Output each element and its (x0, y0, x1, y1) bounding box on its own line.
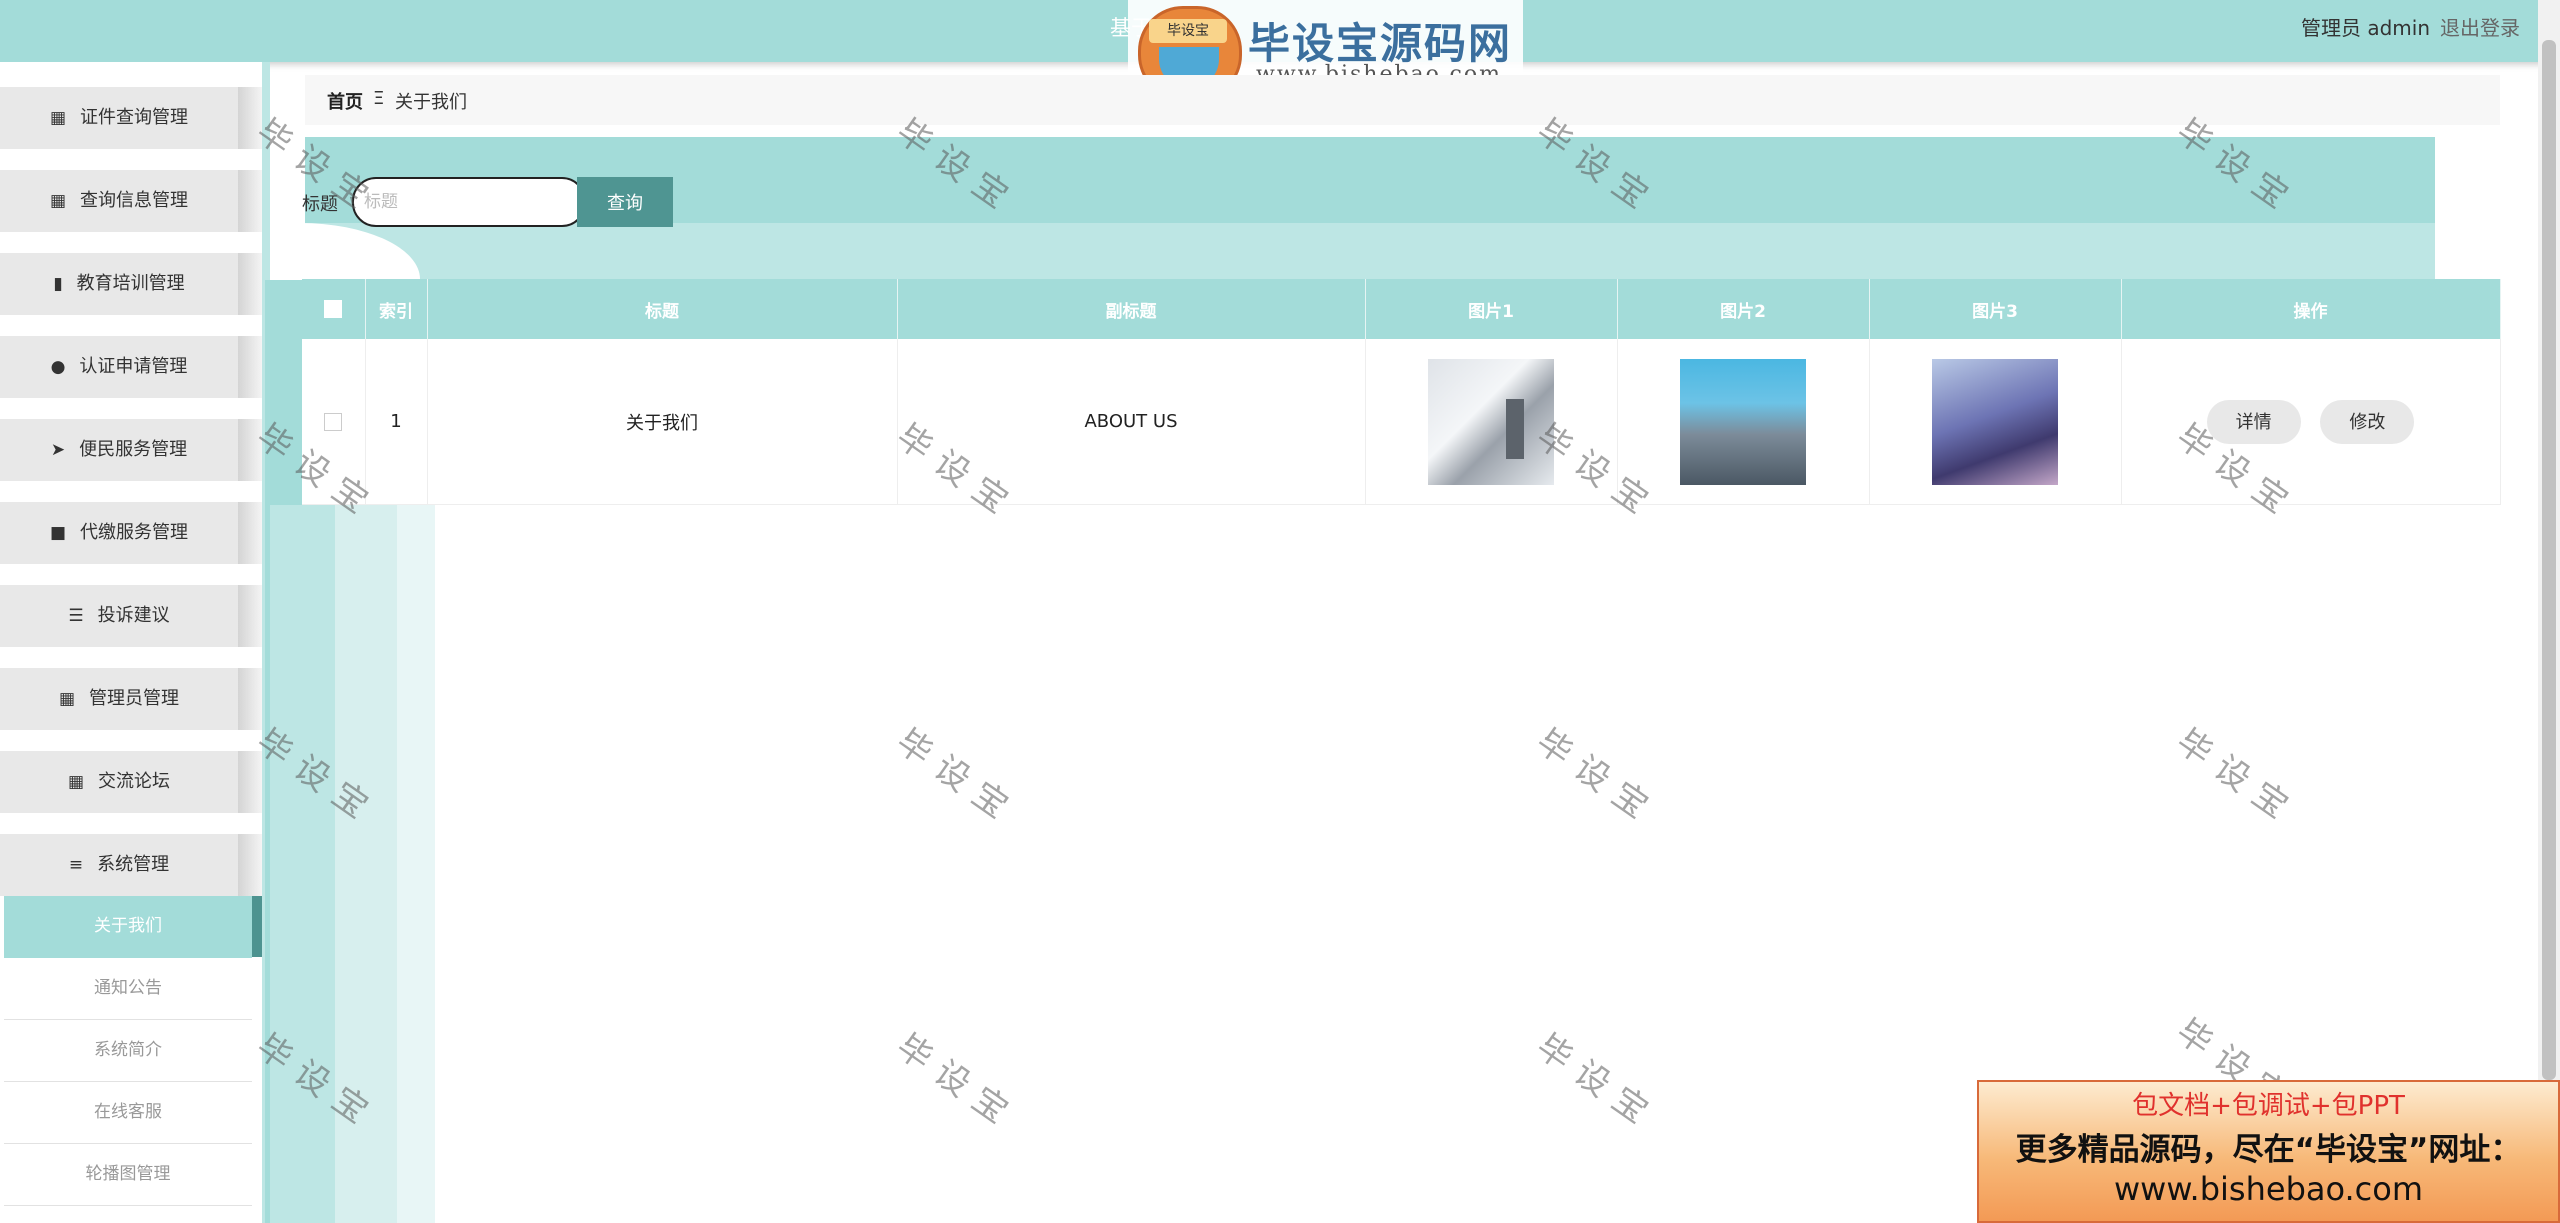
current-user: 管理员 admin (2300, 16, 2430, 40)
sidebar-item-system-management[interactable]: ≡ 系统管理 (0, 834, 262, 896)
clipboard-icon: ■ (49, 523, 67, 543)
sidebar-item-label: 证件查询管理 (80, 107, 189, 128)
sidebar-item-complaints[interactable]: ☰ 投诉建议 (0, 585, 262, 647)
image-3-thumbnail (1932, 358, 2058, 485)
watermark-text: 毕设宝 (2168, 721, 2305, 834)
sidebar-item-label: 投诉建议 (97, 605, 170, 626)
paper-plane-icon: ➤ (50, 440, 66, 460)
row-index: 1 (365, 339, 428, 505)
detail-button[interactable]: 详情 (2206, 399, 2301, 444)
sidebar-item-label: 便民服务管理 (79, 439, 188, 460)
column-header: 图片3 (1869, 279, 2122, 339)
column-header: 索引 (365, 279, 428, 339)
grid-icon: ▦ (49, 191, 67, 211)
row-actions: 详情 修改 (2121, 339, 2501, 505)
search-panel-curve (300, 223, 2435, 279)
column-header: 标题 (427, 279, 898, 339)
breadcrumb-separator-icon: Ξ (373, 88, 385, 109)
row-title: 关于我们 (427, 339, 898, 505)
sidebar-item-label: 系统管理 (97, 854, 170, 875)
column-header: 操作 (2121, 279, 2501, 339)
decor-stripe (335, 505, 397, 1223)
watermark-text: 毕设宝 (1528, 721, 1665, 834)
submenu-item-about-us[interactable]: 关于我们 (4, 896, 262, 958)
submenu-item-carousel[interactable]: 轮播图管理 (4, 1144, 252, 1206)
sidebar-item-label: 代缴服务管理 (80, 522, 189, 543)
image-1-thumbnail (1428, 358, 1554, 485)
table-row: 1 关于我们 ABOUT US 详情 修改 (302, 339, 2501, 505)
watermark-text: 毕设宝 (888, 1026, 1025, 1139)
sidebar-item-forum[interactable]: ▦ 交流论坛 (0, 751, 262, 813)
sidebar-item-label: 查询信息管理 (80, 190, 189, 211)
bulb-icon: ● (50, 357, 66, 377)
table-header-row: 索引 标题 副标题 图片1 图片2 图片3 操作 (302, 279, 2501, 339)
column-header: 副标题 (897, 279, 1366, 339)
row-checkbox[interactable] (324, 413, 343, 431)
sidebar-item-education-training[interactable]: ▮ 教育培训管理 (0, 253, 262, 315)
edit-button[interactable]: 修改 (2320, 399, 2415, 444)
sidebar-item-public-service[interactable]: ➤ 便民服务管理 (0, 419, 262, 481)
query-button[interactable]: 查询 (577, 177, 673, 227)
breadcrumb-home[interactable]: 首页 (327, 88, 363, 114)
logout-link[interactable]: 退出登录 (2440, 12, 2520, 41)
sidebar-item-label: 管理员管理 (89, 688, 180, 709)
grid-icon: ▦ (67, 772, 85, 792)
search-label: 标题 (302, 194, 338, 215)
image-2-thumbnail (1680, 358, 1806, 485)
sidebar-item-label: 认证申请管理 (79, 356, 188, 377)
decor-stripe (270, 505, 335, 1223)
books-icon: ▮ (53, 274, 63, 294)
watermark-text: 毕设宝 (888, 721, 1025, 834)
promo-line-2: 更多精品源码，尽在“毕设宝”网址： (2015, 1132, 2522, 1168)
page-scrollbar[interactable] (2538, 0, 2560, 1080)
breadcrumb: 首页 Ξ 关于我们 (305, 75, 2500, 125)
column-header: 图片2 (1617, 279, 1870, 339)
sliders-icon: ≡ (68, 855, 84, 875)
logo-badge-text: 毕设宝 (1149, 19, 1227, 43)
submenu-item-notices[interactable]: 通知公告 (4, 958, 252, 1020)
select-all-checkbox[interactable] (324, 300, 343, 318)
column-header: 图片1 (1365, 279, 1618, 339)
grid-icon: ▦ (58, 689, 76, 709)
sidebar-item-certificate-query[interactable]: ▦ 证件查询管理 (0, 87, 262, 149)
sidebar-item-certification-apply[interactable]: ● 认证申请管理 (0, 336, 262, 398)
sidebar-item-label: 交流论坛 (98, 771, 171, 792)
promo-line-1: 包文档+包调试+包PPT (2132, 1091, 2405, 1121)
title-search-input[interactable] (352, 177, 586, 227)
submenu-item-online-service[interactable]: 在线客服 (4, 1082, 252, 1144)
submenu-item-system-intro[interactable]: 系统简介 (4, 1020, 252, 1082)
grid-icon: ▦ (49, 108, 67, 128)
sidebar-item-query-info[interactable]: ▦ 查询信息管理 (0, 170, 262, 232)
row-subtitle: ABOUT US (897, 339, 1366, 505)
promo-banner: 包文档+包调试+包PPT 更多精品源码，尽在“毕设宝”网址： www.bishe… (1977, 1080, 2560, 1223)
select-all-cell (302, 279, 366, 339)
decor-stripe (397, 505, 435, 1223)
sidebar-item-payment-service[interactable]: ■ 代缴服务管理 (0, 502, 262, 564)
promo-line-3: www.bishebao.com (2113, 1170, 2424, 1208)
watermark-text: 毕设宝 (1528, 1026, 1665, 1139)
sidebar-item-admin-management[interactable]: ▦ 管理员管理 (0, 668, 262, 730)
sidebar-item-label: 教育培训管理 (76, 273, 185, 294)
about-us-table: 索引 标题 副标题 图片1 图片2 图片3 操作 1 关于我们 ABOUT US… (302, 279, 2501, 505)
list-icon: ☰ (68, 606, 84, 626)
breadcrumb-current: 关于我们 (395, 92, 467, 113)
